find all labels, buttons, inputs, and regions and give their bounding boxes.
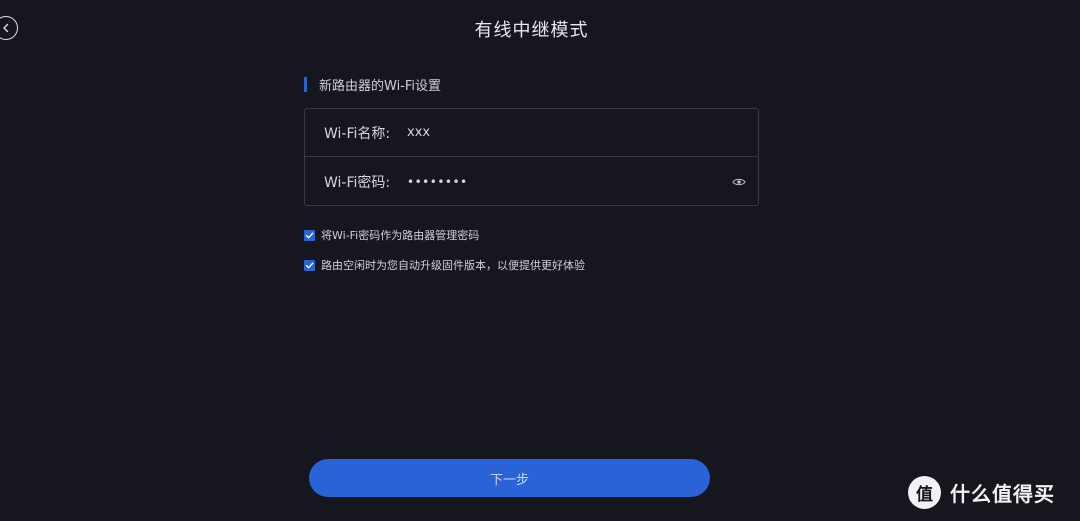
wifi-password-label: Wi-Fi密码:	[324, 175, 391, 191]
page-title: 有线中继模式	[474, 20, 589, 41]
wifi-name-input[interactable]: xxx	[407, 125, 430, 140]
wifi-name-row[interactable]: Wi-Fi名称: xxx	[305, 109, 758, 157]
option-label: 将Wi-Fi密码作为路由器管理密码	[321, 229, 480, 242]
next-button[interactable]: 下一步	[309, 459, 710, 497]
next-button-label: 下一步	[489, 472, 529, 488]
section-accent-bar	[304, 76, 307, 92]
option-label: 路由空闲时为您自动升级固件版本，以便提供更好体验	[321, 259, 585, 272]
watermark-text: 什么值得买	[950, 482, 1055, 506]
wifi-name-label: Wi-Fi名称:	[324, 125, 391, 142]
eye-icon[interactable]	[732, 175, 746, 189]
wifi-password-row[interactable]: Wi-Fi密码: ••••••••	[305, 158, 758, 206]
checkmark-icon	[305, 262, 314, 268]
option-auto-upgrade[interactable]: 路由空闲时为您自动升级固件版本，以便提供更好体验	[304, 257, 585, 273]
checkmark-icon	[305, 232, 314, 238]
watermark-logo: 值	[908, 476, 941, 509]
option-admin-password[interactable]: 将Wi-Fi密码作为路由器管理密码	[304, 227, 479, 243]
checkbox-checked-icon[interactable]	[304, 259, 315, 271]
wifi-settings-form: Wi-Fi名称: xxx Wi-Fi密码: ••••••••	[304, 108, 759, 206]
wifi-password-input[interactable]: ••••••••	[407, 175, 468, 189]
section-title: 新路由器的Wi-Fi设置	[319, 78, 442, 94]
watermark: 值 什么值得买	[908, 476, 1055, 509]
section-header: 新路由器的Wi-Fi设置	[304, 76, 442, 94]
watermark-logo-char: 值	[916, 485, 933, 505]
checkbox-checked-icon[interactable]	[304, 229, 315, 241]
